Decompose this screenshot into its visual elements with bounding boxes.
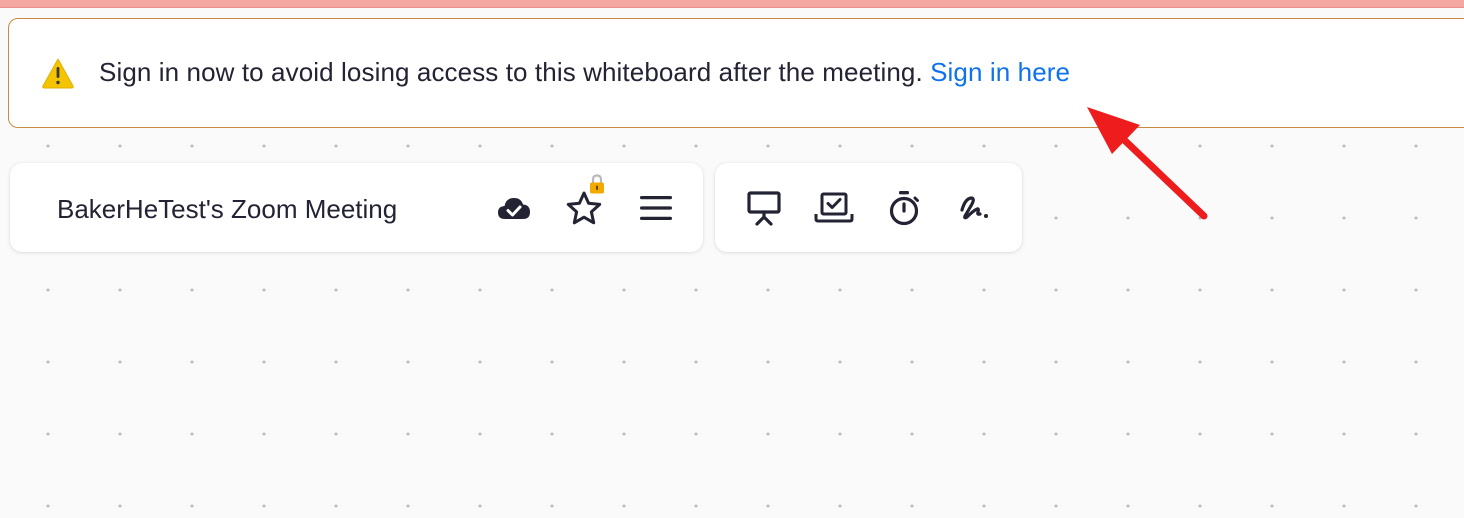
menu-button[interactable] (633, 185, 679, 231)
signature-button[interactable] (951, 185, 997, 231)
top-alert-strip (0, 0, 1464, 8)
timer-icon (889, 191, 919, 226)
banner-message-text: Sign in now to avoid losing access to th… (99, 57, 923, 87)
task-button[interactable] (811, 185, 857, 231)
meeting-title: BakerHeTest's Zoom Meeting (57, 194, 398, 224)
whiteboard-actions-toolbar (715, 163, 1022, 252)
lock-icon (588, 173, 606, 195)
whiteboard-toolbar: BakerHeTest's Zoom Meeting (10, 163, 703, 252)
sign-in-banner: Sign in now to avoid losing access to th… (8, 18, 1464, 128)
warning-icon (41, 57, 75, 89)
presentation-icon (747, 191, 781, 226)
laptop-check-icon (814, 192, 854, 223)
present-button[interactable] (741, 185, 787, 231)
banner-message: Sign in now to avoid losing access to th… (99, 57, 1070, 88)
cloud-saved-icon (498, 198, 530, 219)
hamburger-menu-icon (640, 196, 672, 220)
star-icon (566, 191, 602, 225)
signature-icon (960, 196, 988, 220)
cloud-saved-button[interactable] (491, 185, 537, 231)
favorite-button[interactable] (561, 174, 607, 231)
timer-button[interactable] (881, 185, 927, 231)
sign-in-link[interactable]: Sign in here (930, 57, 1070, 87)
